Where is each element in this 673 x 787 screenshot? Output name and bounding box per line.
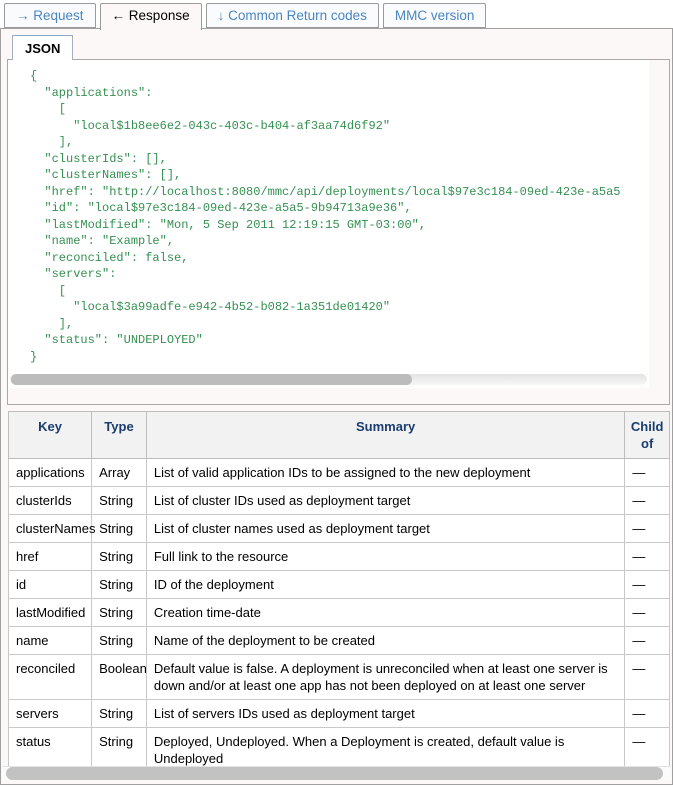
tab-request[interactable]: → Request [4, 3, 96, 28]
code-line: "servers": [30, 266, 647, 283]
code-line: "lastModified": "Mon, 5 Sep 2011 12:19:1… [30, 217, 647, 234]
cell-summary: List of cluster names used as deployment… [146, 515, 625, 543]
code-horizontal-scrollbar-track[interactable] [10, 374, 647, 385]
section-tab-bar: → Request ← Response ↓ Common Return cod… [4, 3, 673, 29]
column-header-key: Key [9, 412, 92, 459]
response-fields-table: Key Type Summary Child of applications A… [8, 411, 670, 773]
cell-key: name [9, 627, 92, 655]
cell-type: Array [92, 459, 147, 487]
code-line: } [30, 349, 647, 366]
json-code-panel: { "applications": [ "local$1b8ee6e2-043c… [7, 59, 670, 405]
cell-summary: List of cluster IDs used as deployment t… [146, 487, 625, 515]
code-line: "id": "local$97e3c184-09ed-423e-a5a5-9b9… [30, 200, 647, 217]
tab-json[interactable]: JSON [12, 35, 73, 60]
code-horizontal-scrollbar-thumb[interactable] [11, 374, 412, 385]
cell-type: Boolean [92, 655, 147, 700]
tab-response[interactable]: ← Response [100, 3, 202, 30]
cell-summary: List of servers IDs used as deployment t… [146, 700, 625, 728]
tab-mmc-version[interactable]: MMC version [383, 3, 487, 28]
cell-child-of: — [625, 543, 670, 571]
cell-type: String [92, 487, 147, 515]
code-line: ], [30, 134, 647, 151]
cell-summary: ID of the deployment [146, 571, 625, 599]
code-box: { "applications": [ "local$1b8ee6e2-043c… [8, 60, 649, 388]
cell-key: href [9, 543, 92, 571]
cell-child-of: — [625, 700, 670, 728]
cell-type: String [92, 515, 147, 543]
code-line: "local$3a99adfe-e942-4b52-b082-1a351de01… [30, 299, 647, 316]
cell-summary: Default value is false. A deployment is … [146, 655, 625, 700]
code-line: "clusterNames": [], [30, 167, 647, 184]
response-tab-content: JSON { "applications": [ "local$1b8ee6e2… [0, 28, 673, 785]
cell-key: clusterNames [9, 515, 92, 543]
cell-child-of: — [625, 655, 670, 700]
page-horizontal-scrollbar-track[interactable] [2, 766, 671, 780]
cell-child-of: — [625, 599, 670, 627]
code-line: "local$1b8ee6e2-043c-403c-b404-af3aa74d6… [30, 118, 647, 135]
cell-child-of: — [625, 459, 670, 487]
cell-summary: List of valid application IDs to be assi… [146, 459, 625, 487]
cell-child-of: — [625, 515, 670, 543]
cell-child-of: — [625, 627, 670, 655]
code-line: "href": "http://localhost:8080/mmc/api/d… [30, 184, 647, 201]
cell-key: reconciled [9, 655, 92, 700]
table-row: servers String List of servers IDs used … [9, 700, 670, 728]
cell-summary: Full link to the resource [146, 543, 625, 571]
cell-key: id [9, 571, 92, 599]
cell-key: lastModified [9, 599, 92, 627]
cell-key: clusterIds [9, 487, 92, 515]
cell-summary: Name of the deployment to be created [146, 627, 625, 655]
tab-common-return-codes[interactable]: ↓ Common Return codes [206, 3, 379, 28]
cell-key: servers [9, 700, 92, 728]
table-row: href String Full link to the resource — [9, 543, 670, 571]
table-row: clusterNames String List of cluster name… [9, 515, 670, 543]
json-code-block: { "applications": [ "local$1b8ee6e2-043c… [30, 68, 647, 368]
code-line: [ [30, 101, 647, 118]
cell-child-of: — [625, 487, 670, 515]
page-horizontal-scrollbar-thumb[interactable] [6, 767, 663, 780]
cell-type: String [92, 571, 147, 599]
table-row: id String ID of the deployment — [9, 571, 670, 599]
code-line: ], [30, 316, 647, 333]
code-line: "name": "Example", [30, 233, 647, 250]
table-row: name String Name of the deployment to be… [9, 627, 670, 655]
cell-type: String [92, 627, 147, 655]
code-line: "clusterIds": [], [30, 151, 647, 168]
column-header-child-of: Child of [625, 412, 670, 459]
cell-type: String [92, 599, 147, 627]
column-header-summary: Summary [146, 412, 625, 459]
code-line: "reconciled": false, [30, 250, 647, 267]
code-line: "applications": [30, 85, 647, 102]
table-row: reconciled Boolean Default value is fals… [9, 655, 670, 700]
column-header-type: Type [92, 412, 147, 459]
code-line: { [30, 68, 647, 85]
code-line: "status": "UNDEPLOYED" [30, 332, 647, 349]
code-line: [ [30, 283, 647, 300]
cell-type: String [92, 700, 147, 728]
cell-type: String [92, 543, 147, 571]
cell-summary: Creation time-date [146, 599, 625, 627]
table-row: clusterIds String List of cluster IDs us… [9, 487, 670, 515]
cell-child-of: — [625, 571, 670, 599]
table-row: applications Array List of valid applica… [9, 459, 670, 487]
table-header-row: Key Type Summary Child of [9, 412, 670, 459]
table-row: lastModified String Creation time-date — [9, 599, 670, 627]
cell-key: applications [9, 459, 92, 487]
